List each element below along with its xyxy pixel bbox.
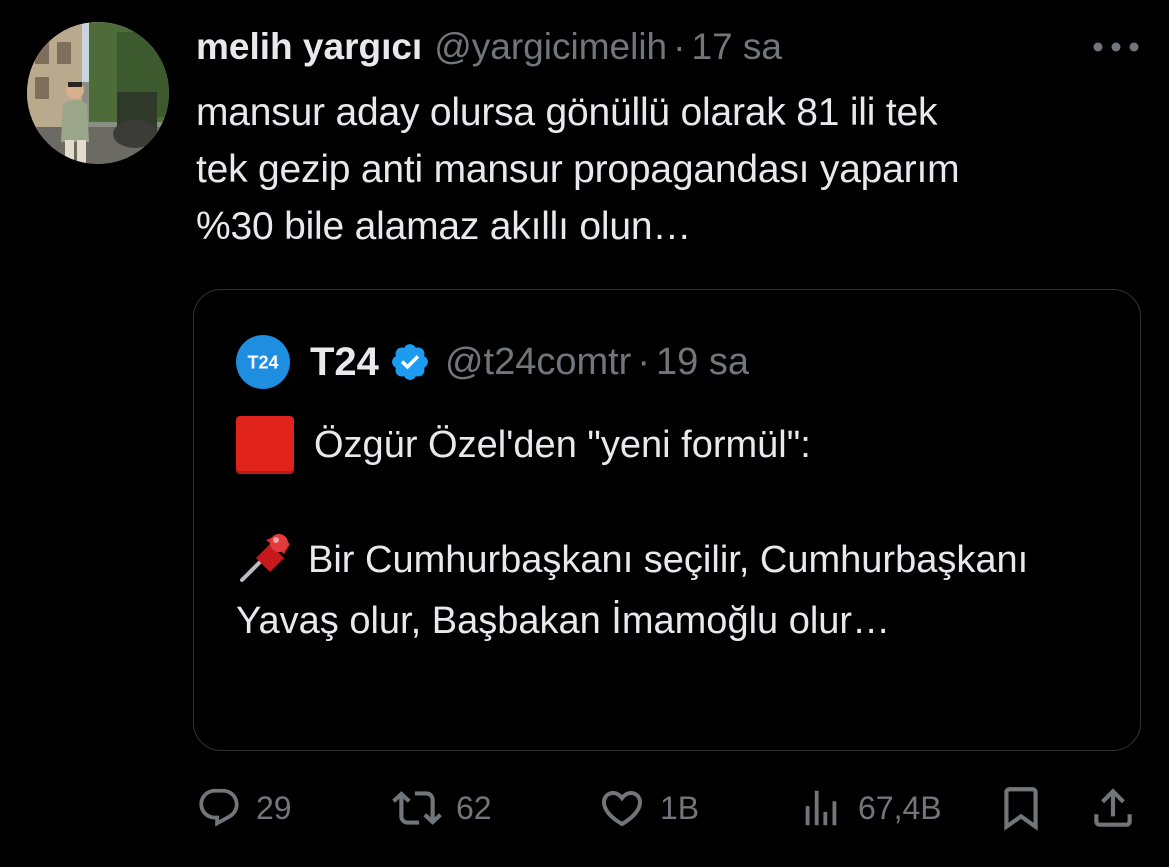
tweet-text: mansur aday olursa gönüllü olarak 81 ili…: [196, 91, 960, 248]
like-count: 1B: [660, 789, 700, 826]
retweet-icon: [392, 791, 442, 825]
share-button[interactable]: [1088, 780, 1138, 836]
reply-count: 29: [256, 789, 292, 826]
quoted-tweet-header: T24 T24 @t24comtr · 19 sa: [236, 335, 749, 389]
t24-logo-avatar[interactable]: T24: [236, 335, 290, 389]
more-horizontal-icon[interactable]: [1092, 40, 1140, 54]
bookmark-button[interactable]: [996, 780, 1046, 836]
avatar[interactable]: [27, 22, 169, 164]
bookmark-icon: [1004, 787, 1038, 831]
reply-icon: [199, 788, 239, 827]
share-icon: [1094, 788, 1132, 827]
reply-button[interactable]: 29: [196, 780, 292, 836]
pushpin-emoji: [240, 534, 290, 582]
views-chart-icon: [805, 790, 837, 826]
quoted-body-text: Bir Cumhurbaşkanı seçilir, Cumhurbaşkanı…: [236, 539, 1029, 642]
svg-text:T24: T24: [247, 353, 278, 373]
heart-icon: [601, 791, 643, 827]
like-button[interactable]: 1B: [598, 780, 699, 836]
avatar-photo: [27, 22, 169, 164]
tweet-header: melih yargıcı @yargicimelih · 17 sa: [196, 24, 782, 70]
quoted-headline: Özgür Özel'den "yeni formül":: [236, 416, 811, 474]
views-button[interactable]: 67,4B: [798, 780, 942, 836]
retweet-count: 62: [456, 789, 492, 826]
quoted-user-handle[interactable]: @t24comtr: [445, 341, 631, 384]
display-name[interactable]: melih yargıcı: [196, 26, 422, 68]
verified-badge-icon: [392, 344, 428, 380]
quoted-tweet[interactable]: T24 T24 @t24comtr · 19 sa Özgür Özel'den…: [193, 289, 1141, 751]
quoted-separator-dot: ·: [637, 340, 650, 383]
separator-dot: ·: [673, 26, 686, 67]
quoted-headline-text: Özgür Özel'den "yeni formül":: [314, 423, 811, 466]
user-handle[interactable]: @yargicimelih: [434, 26, 667, 68]
red-square-emoji: [236, 416, 294, 474]
action-bar: 29 62 1B 67,4B: [0, 780, 1169, 836]
tweet-time[interactable]: 17 sa: [691, 26, 782, 68]
retweet-button[interactable]: 62: [392, 780, 492, 836]
views-count: 67,4B: [858, 789, 942, 826]
quoted-tweet-time[interactable]: 19 sa: [656, 341, 749, 384]
quoted-display-name[interactable]: T24: [310, 340, 379, 385]
quoted-body: Bir Cumhurbaşkanı seçilir, Cumhurbaşkanı…: [236, 530, 1116, 652]
